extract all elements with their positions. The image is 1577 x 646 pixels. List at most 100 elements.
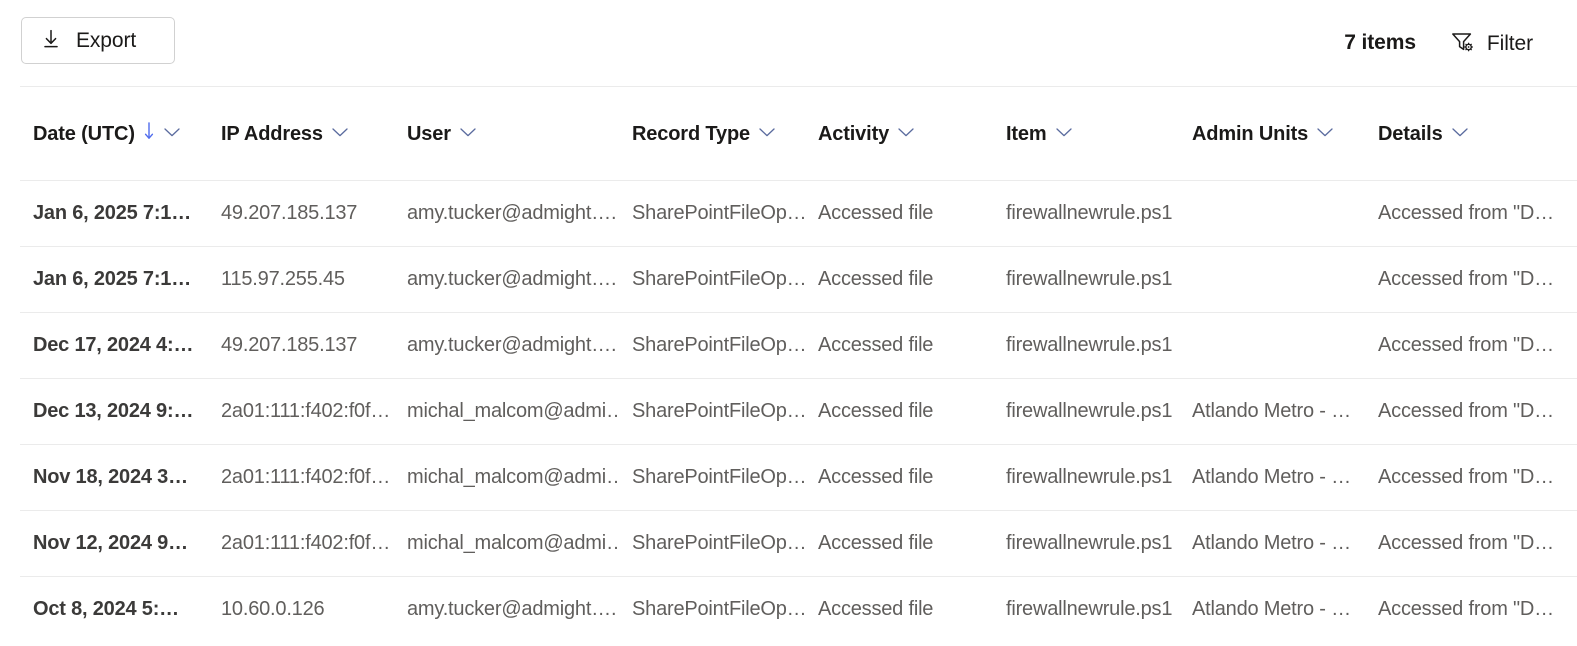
cell-date: Nov 12, 2024 9… — [33, 531, 221, 555]
cell-details: Accessed from "D… — [1378, 333, 1577, 357]
column-header-label: IP Address — [221, 123, 323, 144]
cell-date: Oct 8, 2024 5:… — [33, 597, 221, 621]
command-bar-right: 7 items Filter — [1344, 0, 1537, 86]
cell-text: firewallnewrule.ps1 — [1006, 466, 1173, 488]
chevron-down-icon[interactable] — [1451, 125, 1469, 143]
cell-admin-units: Atlando Metro - … — [1192, 597, 1378, 621]
table-row[interactable]: Nov 12, 2024 9… 2a01:111:f402:f0f… micha… — [0, 510, 1577, 576]
cell-activity: Accessed file — [818, 333, 1006, 357]
cell-text: Accessed from "D… — [1378, 202, 1554, 224]
cell-text: SharePointFileOp… — [632, 334, 804, 356]
cell-text: 49.207.185.137 — [221, 334, 358, 356]
cell-item: firewallnewrule.ps1 — [1006, 333, 1192, 357]
cell-text: firewallnewrule.ps1 — [1006, 400, 1173, 422]
cell-date: Dec 17, 2024 4:… — [33, 333, 221, 357]
cell-item: firewallnewrule.ps1 — [1006, 399, 1192, 423]
cell-text: SharePointFileOp… — [632, 598, 804, 620]
command-bar: Export 7 items Filter — [0, 0, 1577, 87]
table-row[interactable]: Dec 13, 2024 9:… 2a01:111:f402:f0f… mich… — [0, 378, 1577, 444]
chevron-down-icon[interactable] — [331, 125, 349, 143]
export-button-label: Export — [76, 29, 137, 52]
cell-user: amy.tucker@admight…. — [407, 333, 632, 357]
cell-ip-address: 49.207.185.137 — [221, 201, 407, 225]
table-row[interactable]: Jan 6, 2025 7:1… 49.207.185.137 amy.tuck… — [0, 180, 1577, 246]
column-header-item[interactable]: Item — [1006, 124, 1192, 144]
results-table: Date (UTC) IP Address User Record Type A… — [0, 87, 1577, 646]
cell-text: amy.tucker@admight…. — [407, 334, 617, 356]
cell-text: SharePointFileOp… — [632, 400, 804, 422]
cell-user: amy.tucker@admight…. — [407, 267, 632, 291]
column-header-label: Record Type — [632, 123, 751, 144]
cell-text: 115.97.255.45 — [221, 268, 345, 290]
cell-text: Accessed from "D… — [1378, 532, 1554, 554]
cell-text: Atlando Metro - … — [1192, 532, 1351, 554]
column-header-date[interactable]: Date (UTC) — [33, 121, 221, 146]
cell-text: Accessed from "D… — [1378, 598, 1554, 620]
cell-user: amy.tucker@admight…. — [407, 201, 632, 225]
cell-date: Nov 18, 2024 3… — [33, 465, 221, 489]
cell-item: firewallnewrule.ps1 — [1006, 531, 1192, 555]
cell-record-type: SharePointFileOp… — [632, 465, 818, 489]
column-header-activity[interactable]: Activity — [818, 124, 1006, 144]
cell-text: Jan 6, 2025 7:1… — [33, 202, 192, 224]
chevron-down-icon[interactable] — [897, 125, 915, 143]
cell-text: 2a01:111:f402:f0f… — [221, 466, 391, 488]
cell-text: 2a01:111:f402:f0f… — [221, 400, 391, 422]
cell-text: 2a01:111:f402:f0f… — [221, 532, 391, 554]
cell-text: SharePointFileOp… — [632, 268, 804, 290]
chevron-down-icon[interactable] — [1055, 125, 1073, 143]
filter-button[interactable]: Filter — [1446, 24, 1537, 63]
table-row[interactable]: Nov 18, 2024 3… 2a01:111:f402:f0f… micha… — [0, 444, 1577, 510]
cell-activity: Accessed file — [818, 267, 1006, 291]
cell-text: Accessed file — [818, 334, 934, 356]
cell-ip-address: 115.97.255.45 — [221, 267, 407, 291]
column-header-label: Activity — [818, 123, 890, 144]
chevron-down-icon[interactable] — [459, 125, 477, 143]
table-row[interactable]: Oct 8, 2024 5:… 10.60.0.126 amy.tucker@a… — [0, 576, 1577, 642]
column-header-admin-units[interactable]: Admin Units — [1192, 124, 1378, 144]
table-row[interactable]: Dec 17, 2024 4:… 49.207.185.137 amy.tuck… — [0, 312, 1577, 378]
cell-text: Jan 6, 2025 7:1… — [33, 268, 192, 290]
cell-admin-units: Atlando Metro - … — [1192, 399, 1378, 423]
cell-date: Dec 13, 2024 9:… — [33, 399, 221, 423]
table-row[interactable]: Jan 6, 2025 7:1… 115.97.255.45 amy.tucke… — [0, 246, 1577, 312]
cell-text: Accessed file — [818, 400, 934, 422]
cell-record-type: SharePointFileOp… — [632, 267, 818, 291]
column-header-ip-address[interactable]: IP Address — [221, 124, 407, 144]
cell-text: Nov 18, 2024 3… — [33, 466, 188, 488]
cell-user: amy.tucker@admight…. — [407, 597, 632, 621]
cell-text: Dec 13, 2024 9:… — [33, 400, 194, 422]
cell-user: michal_malcom@admi… — [407, 399, 632, 423]
cell-ip-address: 2a01:111:f402:f0f… — [221, 465, 407, 489]
cell-ip-address: 49.207.185.137 — [221, 333, 407, 357]
cell-text: SharePointFileOp… — [632, 202, 804, 224]
cell-text: Accessed file — [818, 466, 934, 488]
cell-text: Oct 8, 2024 5:… — [33, 598, 179, 620]
cell-details: Accessed from "D… — [1378, 399, 1577, 423]
cell-text: firewallnewrule.ps1 — [1006, 598, 1173, 620]
chevron-down-icon[interactable] — [1316, 125, 1334, 143]
column-header-record-type[interactable]: Record Type — [632, 124, 818, 144]
cell-details: Accessed from "D… — [1378, 531, 1577, 555]
filter-gear-icon — [1450, 30, 1476, 57]
chevron-down-icon[interactable] — [163, 125, 181, 143]
cell-item: firewallnewrule.ps1 — [1006, 597, 1192, 621]
cell-date: Jan 6, 2025 7:1… — [33, 201, 221, 225]
column-header-label: Item — [1006, 123, 1047, 144]
cell-text: Atlando Metro - … — [1192, 598, 1351, 620]
cell-text: Accessed from "D… — [1378, 334, 1554, 356]
cell-text: Accessed file — [818, 598, 934, 620]
cell-text: Accessed from "D… — [1378, 268, 1554, 290]
cell-user: michal_malcom@admi… — [407, 465, 632, 489]
cell-item: firewallnewrule.ps1 — [1006, 201, 1192, 225]
cell-item: firewallnewrule.ps1 — [1006, 267, 1192, 291]
cell-ip-address: 2a01:111:f402:f0f… — [221, 399, 407, 423]
cell-text: 10.60.0.126 — [221, 598, 325, 620]
chevron-down-icon[interactable] — [758, 125, 776, 143]
export-button[interactable]: Export — [21, 17, 175, 64]
cell-admin-units: Atlando Metro - … — [1192, 465, 1378, 489]
cell-activity: Accessed file — [818, 597, 1006, 621]
column-header-details[interactable]: Details — [1378, 124, 1577, 144]
column-header-user[interactable]: User — [407, 124, 632, 144]
cell-text: Atlando Metro - … — [1192, 400, 1351, 422]
